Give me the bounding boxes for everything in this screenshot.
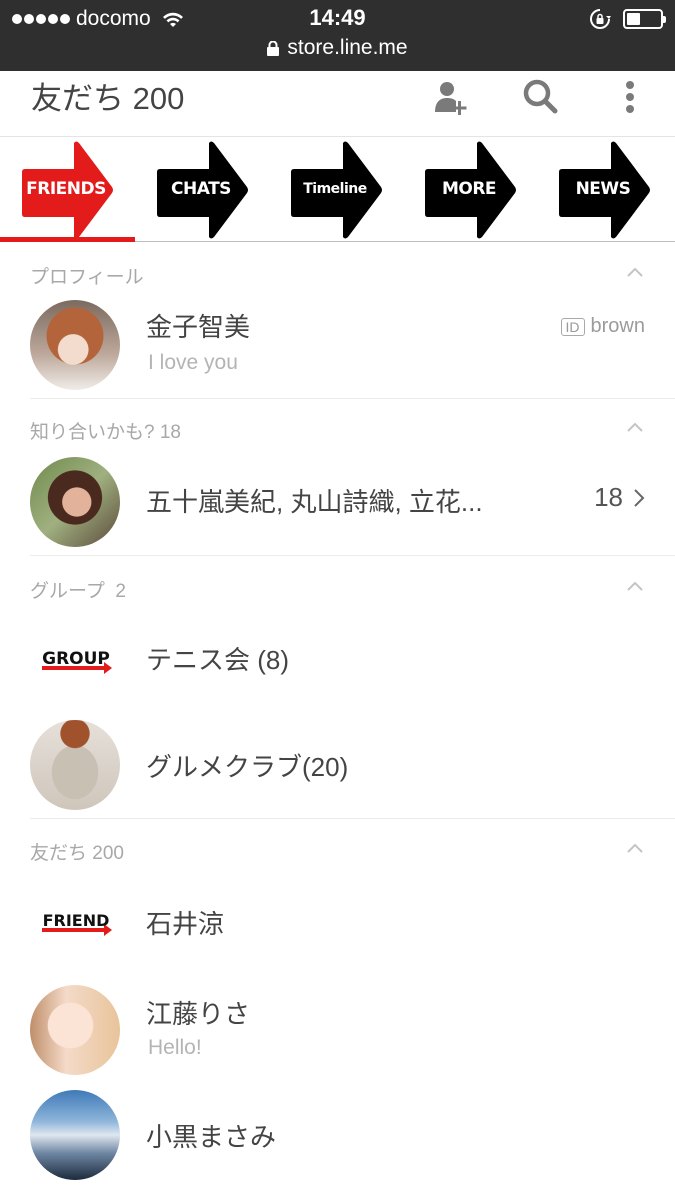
rotation-lock-icon (590, 9, 611, 29)
avatar[interactable] (30, 985, 120, 1075)
avatar[interactable] (30, 1090, 120, 1180)
friend-name: 石井涼 (146, 909, 225, 939)
tab-label: FRIENDS (26, 179, 106, 199)
friend-row[interactable]: 江藤りさ Hello! (0, 980, 675, 1080)
app-header: 友だち 200 (0, 71, 675, 137)
friend-name: 小黒まさみ (146, 1122, 277, 1152)
more-vertical-icon (626, 81, 634, 113)
divider (30, 398, 675, 399)
friend-logo-icon: FRIEND (42, 911, 112, 936)
suggestions-count: 18 (594, 482, 623, 512)
divider (30, 555, 675, 556)
divider (30, 818, 675, 819)
group-row[interactable]: GROUP テニス会 (8) (0, 610, 675, 710)
battery-level (627, 13, 640, 25)
add-friend-button[interactable] (428, 75, 472, 119)
clock: 14:49 (309, 5, 366, 30)
url-text: store.line.me (287, 36, 408, 59)
chevron-up-icon[interactable] (625, 419, 645, 435)
tab-news[interactable]: NEWS (536, 137, 671, 241)
avatar[interactable] (30, 300, 120, 390)
more-menu-button[interactable] (608, 75, 652, 119)
tab-friends[interactable]: FRIENDS (0, 137, 135, 242)
id-icon: ID (560, 317, 585, 336)
tab-label: Timeline (303, 181, 367, 197)
section-title: グループ 2 (30, 581, 126, 602)
group-name: グルメクラブ(20) (146, 752, 349, 782)
group-name: テニス会 (8) (146, 645, 290, 675)
avatar[interactable] (30, 457, 120, 547)
chevron-up-icon[interactable] (625, 264, 645, 280)
status-right (589, 8, 666, 30)
tab-label: CHATS (171, 179, 231, 199)
id-value: brown (590, 315, 645, 337)
chevron-right-icon (634, 488, 645, 507)
group-logo-icon: GROUP (42, 649, 112, 674)
tab-label: NEWS (575, 179, 631, 199)
profile-row[interactable]: 金子智美 I love you ID brown (0, 295, 675, 395)
group-row[interactable]: グルメクラブ(20) (0, 717, 675, 817)
lock-icon (267, 40, 280, 56)
suggestions-row[interactable]: 五十嵐美紀, 丸山詩織, 立花... 18 (0, 452, 675, 552)
battery-icon (623, 9, 666, 29)
section-title: プロフィール (30, 267, 144, 288)
search-icon (523, 79, 558, 114)
friend-name: 江藤りさ (146, 999, 251, 1029)
search-button[interactable] (518, 75, 562, 119)
profile-status: I love you (148, 351, 238, 374)
add-friend-icon (435, 82, 467, 115)
status-bar: docomo 14:49 store.line.me (0, 0, 675, 71)
tab-bar: FRIENDS CHATS Timeline MORE NEWS (0, 137, 675, 242)
friend-row[interactable]: FRIEND 石井涼 (0, 872, 675, 972)
friend-row[interactable]: 小黒まさみ (0, 1085, 675, 1185)
active-tab-indicator (0, 237, 135, 242)
page-title: 友だち 200 (31, 81, 185, 116)
suggestions-count-link[interactable]: 18 (594, 482, 645, 513)
friend-logo-text: FRIEND (43, 911, 110, 930)
tab-label: MORE (441, 179, 497, 199)
tab-chats[interactable]: CHATS (134, 137, 269, 241)
chevron-up-icon[interactable] (625, 840, 645, 856)
user-id: ID brown (560, 315, 645, 338)
tab-timeline[interactable]: Timeline (268, 137, 403, 241)
group-logo-text: GROUP (42, 649, 110, 669)
avatar[interactable] (30, 720, 120, 810)
tab-more[interactable]: MORE (402, 137, 537, 241)
friend-status: Hello! (148, 1036, 202, 1059)
section-header-suggestions[interactable]: 知り合いかも? 18 (0, 417, 675, 457)
section-title: 友だち 200 (30, 843, 124, 864)
suggestion-names: 五十嵐美紀, 丸山詩織, 立花... (146, 487, 483, 517)
section-title: 知り合いかも? 18 (30, 422, 181, 443)
chevron-up-icon[interactable] (625, 578, 645, 594)
url-bar[interactable]: store.line.me (0, 36, 675, 60)
profile-name: 金子智美 (146, 312, 251, 342)
